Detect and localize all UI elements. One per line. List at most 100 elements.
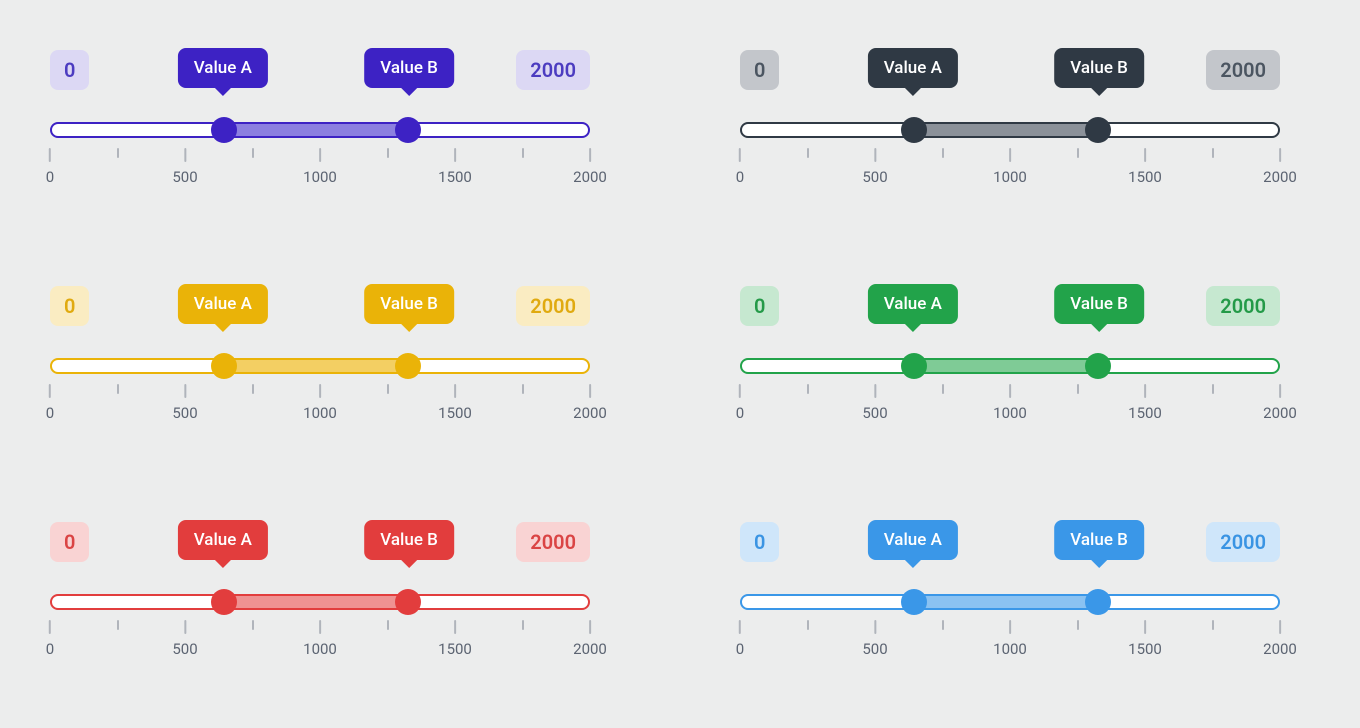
tooltip-a: Value A bbox=[178, 520, 268, 560]
slider-track[interactable] bbox=[50, 358, 590, 374]
tick-label: 0 bbox=[736, 168, 744, 186]
tooltip-b-label: Value B bbox=[380, 58, 438, 78]
tick-line bbox=[807, 148, 809, 158]
slider-ticks: 0500100015002000 bbox=[50, 384, 590, 422]
min-badge: 0 bbox=[740, 50, 779, 90]
tooltip-b: Value B bbox=[364, 48, 454, 88]
tick-line bbox=[387, 148, 389, 158]
slider-fill bbox=[914, 360, 1099, 372]
tick-label: 0 bbox=[736, 404, 744, 422]
tick: 500 bbox=[862, 148, 887, 186]
range-slider-amber: 02000Value AValue B0500100015002000 bbox=[50, 276, 590, 452]
tick bbox=[1077, 148, 1079, 158]
tick: 500 bbox=[172, 148, 197, 186]
tick-line bbox=[942, 384, 944, 394]
tick-label: 500 bbox=[862, 168, 887, 186]
tick bbox=[1077, 620, 1079, 630]
tick-line bbox=[807, 384, 809, 394]
slider-handle-a[interactable] bbox=[901, 353, 927, 379]
slider-track[interactable] bbox=[50, 594, 590, 610]
slider-header: 02000 bbox=[50, 522, 590, 562]
tick: 0 bbox=[46, 620, 54, 658]
tick-line bbox=[387, 620, 389, 630]
tick-line bbox=[1144, 148, 1146, 162]
tick-line bbox=[454, 148, 456, 162]
slider-handle-b[interactable] bbox=[395, 589, 421, 615]
tooltip-a-label: Value A bbox=[194, 530, 252, 550]
slider-header: 0 2000 bbox=[740, 50, 1280, 90]
max-badge: 2000 bbox=[516, 50, 590, 90]
min-badge: 0 bbox=[740, 286, 779, 326]
slider-handle-b[interactable] bbox=[1085, 353, 1111, 379]
tick-label: 0 bbox=[46, 168, 54, 186]
tick-line bbox=[522, 384, 524, 394]
slider-handle-a[interactable] bbox=[211, 589, 237, 615]
tick-label: 0 bbox=[46, 404, 54, 422]
tick-line bbox=[1077, 620, 1079, 630]
range-slider-gray: 02000Value AValue B0500100015002000 bbox=[740, 40, 1280, 216]
tick bbox=[1077, 384, 1079, 394]
slider-handle-b[interactable] bbox=[395, 117, 421, 143]
tick bbox=[1212, 620, 1214, 630]
tick-line bbox=[252, 384, 254, 394]
tick bbox=[807, 148, 809, 158]
slider-ticks: 0500100015002000 bbox=[50, 148, 590, 186]
slider-handle-a[interactable] bbox=[211, 117, 237, 143]
tick: 0 bbox=[46, 384, 54, 422]
slider-track[interactable] bbox=[740, 594, 1280, 610]
tick bbox=[117, 148, 119, 158]
tick-label: 2000 bbox=[573, 168, 607, 186]
tick: 500 bbox=[862, 620, 887, 658]
tick-label: 2000 bbox=[573, 404, 607, 422]
slider-track[interactable] bbox=[50, 122, 590, 138]
max-badge: 2000 bbox=[1206, 286, 1280, 326]
tick-line bbox=[319, 620, 321, 634]
tick-label: 1500 bbox=[438, 168, 472, 186]
tick-line bbox=[1009, 620, 1011, 634]
tooltip-b: Value B bbox=[364, 520, 454, 560]
slider-handle-a[interactable] bbox=[901, 589, 927, 615]
tick: 1500 bbox=[1128, 148, 1162, 186]
slider-track[interactable] bbox=[740, 358, 1280, 374]
tick-line bbox=[1009, 384, 1011, 398]
tick bbox=[117, 620, 119, 630]
tick-label: 500 bbox=[172, 640, 197, 658]
tick-line bbox=[1212, 384, 1214, 394]
tick-line bbox=[319, 384, 321, 398]
tick bbox=[387, 148, 389, 158]
slider-handle-b[interactable] bbox=[1085, 117, 1111, 143]
tick-line bbox=[874, 384, 876, 398]
tick-line bbox=[319, 148, 321, 162]
tick-line bbox=[1144, 384, 1146, 398]
slider-handle-b[interactable] bbox=[1085, 589, 1111, 615]
slider-handle-a[interactable] bbox=[211, 353, 237, 379]
tick-line bbox=[942, 620, 944, 630]
slider-header: 02000 bbox=[740, 522, 1280, 562]
slider-handle-b[interactable] bbox=[395, 353, 421, 379]
range-slider-purple: 02000Value AValue B0500100015002000 bbox=[50, 40, 590, 216]
tick-line bbox=[117, 620, 119, 630]
slider-track[interactable] bbox=[740, 122, 1280, 138]
tick-line bbox=[454, 384, 456, 398]
tick: 0 bbox=[736, 620, 744, 658]
slider-handle-a[interactable] bbox=[901, 117, 927, 143]
slider-fill bbox=[224, 360, 409, 372]
slider-fill bbox=[224, 124, 409, 136]
tick-label: 2000 bbox=[1263, 404, 1297, 422]
tick bbox=[522, 384, 524, 394]
max-badge: 2000 bbox=[1206, 50, 1280, 90]
tick: 1500 bbox=[438, 148, 472, 186]
tooltip-a-label: Value A bbox=[194, 58, 252, 78]
tick-label: 1500 bbox=[1128, 640, 1162, 658]
slider-ticks: 0500100015002000 bbox=[740, 148, 1280, 186]
tooltip-a: Value A bbox=[868, 48, 958, 88]
tick-label: 2000 bbox=[573, 640, 607, 658]
tick-label: 1500 bbox=[1128, 168, 1162, 186]
tick: 500 bbox=[172, 620, 197, 658]
tick-line bbox=[1077, 148, 1079, 158]
tick: 1500 bbox=[1128, 384, 1162, 422]
tick-line bbox=[1212, 620, 1214, 630]
tick: 1000 bbox=[303, 148, 337, 186]
tick-line bbox=[1009, 148, 1011, 162]
tick-line bbox=[1212, 148, 1214, 158]
